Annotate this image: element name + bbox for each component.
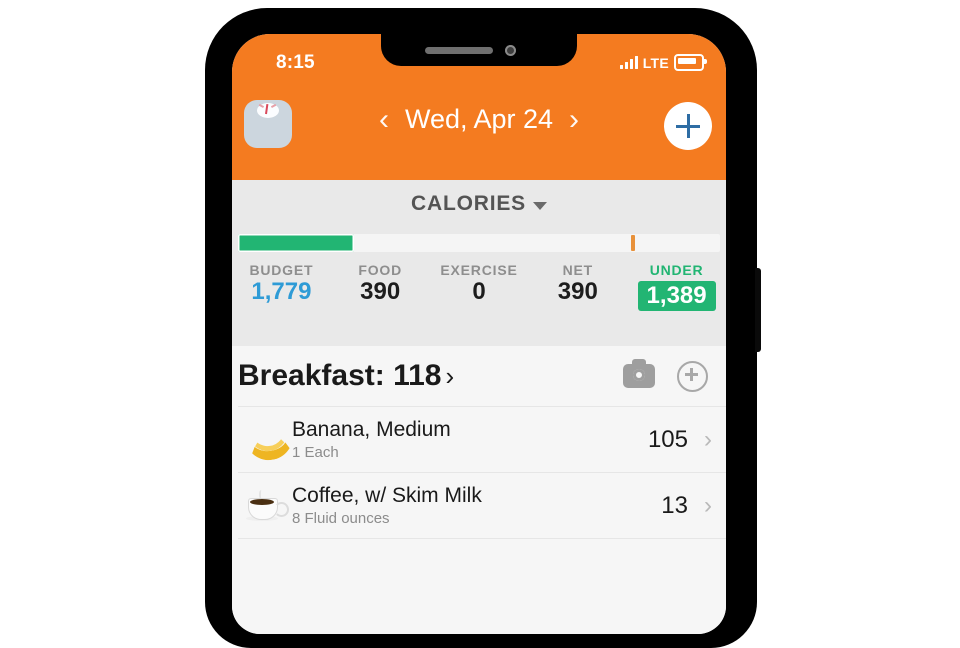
date-navigator: ‹ Wed, Apr 24 › [379, 104, 579, 135]
next-day-button[interactable]: › [569, 104, 579, 135]
food-item-name: Banana, Medium [292, 418, 451, 442]
add-food-icon[interactable] [677, 360, 708, 392]
calorie-stat-food: FOOD 390 [331, 262, 430, 311]
battery-level [677, 57, 696, 64]
calories-summary-panel: CALORIES BUDGET 1,779 FOOD 390 EXERCISE 0 NET 3… [232, 180, 726, 346]
coffee-cup-icon [238, 489, 292, 522]
food-item-rows: Banana, Medium 1 Each 105 › Coffee, w/ Skim … [232, 407, 726, 539]
list-item[interactable]: Banana, Medium 1 Each 105 › [232, 407, 726, 472]
stat-value: 0 [472, 278, 486, 305]
current-date-label[interactable]: Wed, Apr 24 [405, 104, 553, 135]
calorie-stat-net: NET 390 [528, 262, 627, 311]
battery-icon [674, 54, 707, 71]
list-item[interactable]: Coffee, w/ Skim Milk 8 Fluid ounces 13 › [232, 473, 726, 538]
food-item-quantity: 1 Each [292, 443, 339, 461]
chevron-right-icon[interactable]: › [704, 426, 712, 454]
status-indicators: LTE [619, 54, 707, 71]
status-time: 8:15 [276, 52, 315, 73]
food-item-calories: 13 [661, 491, 688, 519]
weight-scale-icon[interactable] [244, 100, 292, 148]
camera-lens [633, 369, 645, 381]
chevron-right-icon[interactable]: › [704, 492, 712, 520]
stat-label: UNDER [649, 262, 704, 278]
meal-list: Breakfast: 118 › Banana, Medium 1 Each 105… [232, 346, 726, 634]
stat-label: NET [562, 262, 593, 278]
calorie-stat-exercise: EXERCISE 0 [430, 262, 529, 311]
calorie-stats-row: BUDGET 1,779 FOOD 390 EXERCISE 0 NET 390 UNDER 1,… [232, 262, 726, 311]
add-entry-button[interactable] [664, 102, 712, 150]
chevron-right-icon[interactable]: › [445, 361, 454, 392]
power-button[interactable] [755, 268, 761, 352]
navigation-row: ‹ Wed, Apr 24 › [232, 88, 726, 162]
previous-day-button[interactable]: ‹ [379, 104, 389, 135]
stat-label: BUDGET [249, 262, 314, 278]
calories-title: CALORIES [411, 192, 526, 215]
calorie-progress-fill [238, 234, 354, 252]
stat-value: 390 [557, 278, 598, 305]
calorie-stat-under: UNDER 1,389 [627, 262, 726, 311]
stat-value: 1,779 [251, 278, 312, 305]
food-item-name: Coffee, w/ Skim Milk [292, 484, 482, 508]
meal-title[interactable]: Breakfast: 118 [238, 359, 441, 393]
speaker-grille-icon [425, 47, 493, 54]
banana-icon [238, 424, 296, 463]
food-item-text: Banana, Medium 1 Each [292, 418, 648, 461]
stat-label: FOOD [358, 262, 403, 278]
meal-header: Breakfast: 118 › [232, 346, 726, 406]
signal-bars-icon [619, 56, 638, 69]
front-camera-icon [505, 45, 516, 56]
status-badge: 1,389 [637, 281, 716, 311]
camera-icon[interactable] [623, 359, 655, 388]
food-item-quantity: 8 Fluid ounces [292, 509, 390, 527]
carrier-label: LTE [642, 54, 669, 71]
food-item-text: Coffee, w/ Skim Milk 8 Fluid ounces [292, 484, 661, 527]
chevron-down-icon[interactable] [532, 202, 547, 210]
phone-screen: 8:15 LTE ‹ Wed, Apr 24 › CALORIES BUDGET… [232, 34, 726, 634]
device-notch [381, 34, 577, 66]
calorie-budget-marker [631, 235, 636, 251]
calorie-progress-bar [238, 234, 720, 252]
stat-label: EXERCISE [440, 262, 518, 278]
divider [238, 538, 726, 539]
calorie-stat-budget: BUDGET 1,779 [232, 262, 331, 311]
stat-value: 390 [360, 278, 401, 305]
food-item-calories: 105 [647, 425, 688, 453]
calories-title-row[interactable]: CALORIES [232, 192, 726, 216]
